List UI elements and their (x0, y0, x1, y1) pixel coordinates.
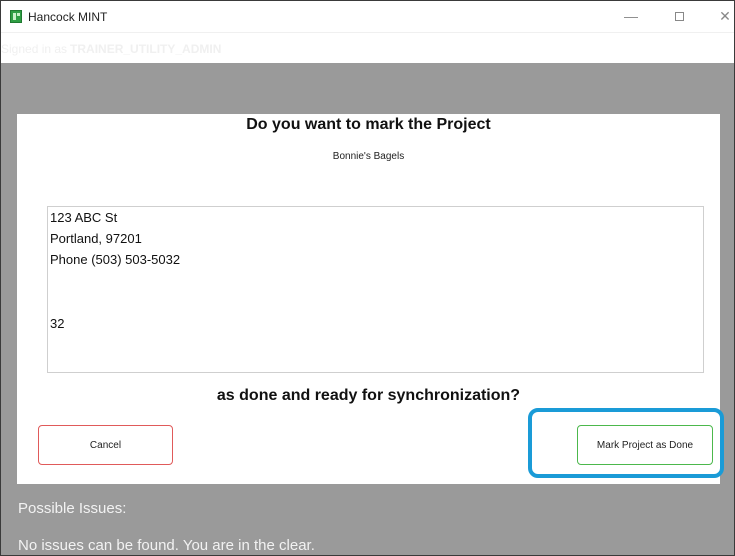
dialog-title: Do you want to mark the Project (246, 116, 491, 133)
maximize-icon[interactable] (661, 5, 697, 27)
window-title: Hancock MINT (28, 10, 108, 24)
project-address-box: 123 ABC St Portland, 97201 Phone (503) 5… (47, 206, 704, 373)
signin-prefix: Signed in as (1, 42, 68, 56)
cancel-button[interactable]: Cancel (38, 425, 173, 465)
close-icon[interactable]: ✕ (707, 5, 734, 27)
signin-user: TRAINER_UTILITY_ADMIN (70, 42, 222, 56)
issues-message: No issues can be found. You are in the c… (18, 537, 315, 554)
app-window: Hancock MINT — ✕ Signed in as TRAINER_UTI… (0, 0, 735, 556)
maximize-box (674, 11, 684, 21)
phone-line: Phone (503) 503-5032 (50, 252, 181, 267)
mark-project-done-button[interactable]: Mark Project as Done (577, 425, 713, 465)
address-line: Portland, 97201 (50, 231, 142, 246)
dialog-question: as done and ready for synchronization? (216, 387, 521, 404)
minimize-icon[interactable]: — (613, 5, 649, 27)
address-line: 32 (50, 316, 65, 331)
address-line: 123 ABC St (50, 210, 118, 225)
possible-issues-label: Possible Issues: (18, 500, 127, 517)
signin-text: Signed in as TRAINER_UTILITY_ADMIN (1, 42, 221, 56)
signin-bar: Signed in as TRAINER_UTILITY_ADMIN (1, 32, 734, 63)
project-name: Bonnie's Bagels (332, 151, 405, 162)
app-icon (10, 10, 22, 23)
title-bar: Hancock MINT — ✕ (1, 1, 734, 32)
mark-done-dialog: Do you want to mark the Project Bonnie's… (17, 114, 724, 484)
